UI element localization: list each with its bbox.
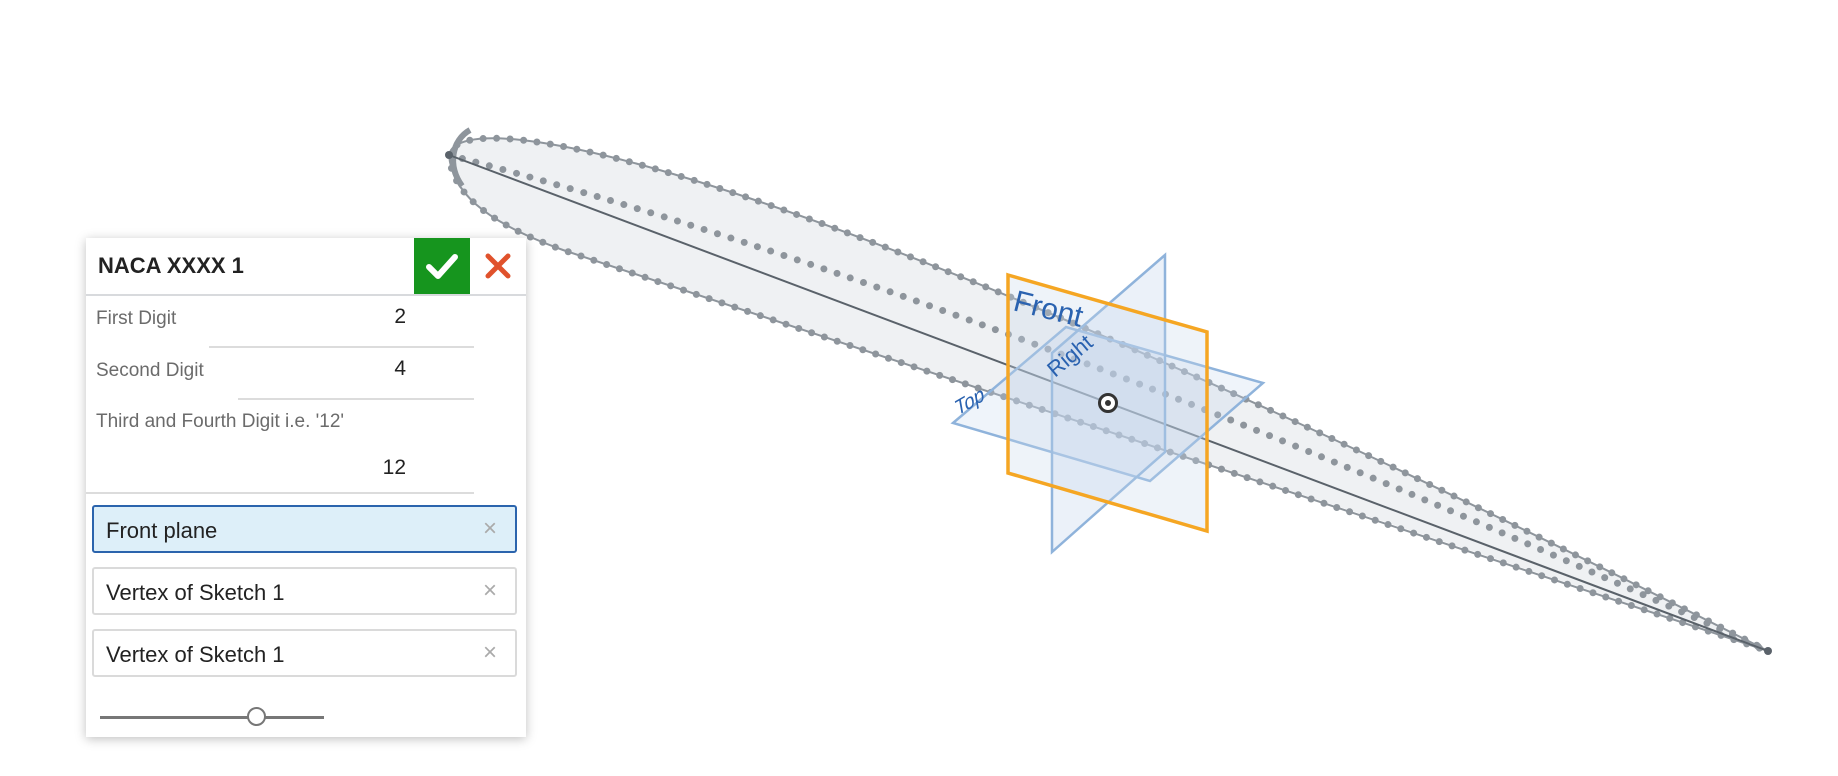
dialog-title: NACA XXXX 1 (98, 253, 244, 278)
confirm-button[interactable] (414, 238, 470, 294)
slider-handle[interactable] (247, 707, 267, 726)
second-digit-underline (238, 398, 474, 400)
check-icon (426, 254, 458, 279)
leading-edge-vertex[interactable] (445, 151, 453, 159)
query-box-vertex-1[interactable]: Vertex of Sketch 1 × (92, 567, 517, 615)
second-digit-input[interactable]: 4 (394, 357, 406, 381)
dialog-header: NACA XXXX 1 (86, 238, 526, 296)
third-fourth-digit-underline (86, 492, 474, 494)
third-fourth-digit-input[interactable]: 12 (383, 456, 406, 480)
origin-icon[interactable] (1098, 393, 1118, 413)
query-label: Vertex of Sketch 1 (106, 642, 285, 667)
slider-track[interactable] (100, 716, 324, 719)
remove-selection-icon[interactable]: × (483, 517, 497, 541)
third-fourth-digit-label: Third and Fourth Digit i.e. '12' (96, 411, 345, 432)
feature-dialog: NACA XXXX 1 First Digit 2 Second Digit 4… (86, 238, 526, 737)
first-digit-underline (209, 346, 474, 348)
trailing-edge-vertex[interactable] (1764, 647, 1772, 655)
query-label: Front plane (106, 518, 218, 543)
first-digit-input[interactable]: 2 (394, 305, 406, 329)
query-box-vertex-2[interactable]: Vertex of Sketch 1 × (92, 629, 517, 677)
close-icon (485, 253, 511, 279)
query-label: Vertex of Sketch 1 (106, 580, 285, 605)
first-digit-label: First Digit (96, 308, 177, 329)
query-box-front-plane[interactable]: Front plane × (92, 505, 517, 553)
second-digit-label: Second Digit (96, 360, 204, 381)
remove-selection-icon[interactable]: × (483, 641, 497, 665)
remove-selection-icon[interactable]: × (483, 579, 497, 603)
cancel-button[interactable] (484, 248, 512, 284)
